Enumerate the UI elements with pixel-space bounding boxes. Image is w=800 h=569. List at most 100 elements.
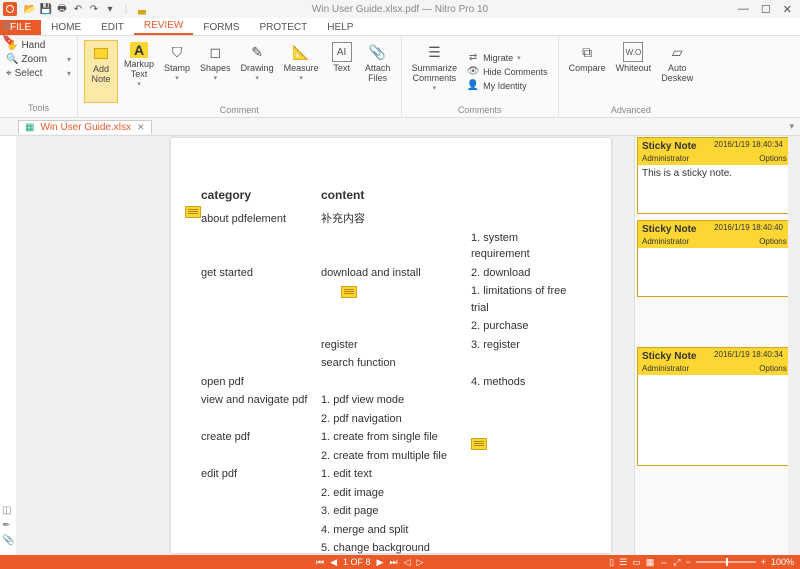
cell-category: edit pdf bbox=[201, 465, 321, 484]
cell-mid: 1. pdf view mode bbox=[321, 391, 471, 410]
page-area[interactable]: categorycontent about pdfelement补充内容1. s… bbox=[16, 136, 634, 555]
zoom-thumb[interactable] bbox=[726, 558, 728, 566]
open-icon[interactable]: 📂 bbox=[24, 3, 36, 15]
chevron-down-icon: ▾ bbox=[214, 74, 218, 82]
tab-overflow-icon[interactable]: ▾ bbox=[789, 121, 794, 132]
group-label-tools: Tools bbox=[6, 103, 71, 113]
tab-home[interactable]: HOME bbox=[41, 20, 91, 35]
tab-help[interactable]: HELP bbox=[317, 20, 363, 35]
cell-mid: 2. edit image bbox=[321, 484, 471, 503]
comments-options: ⇄Migrate ▾ 👁Hide Comments 👤My Identity bbox=[463, 40, 552, 103]
sticky-note-marker[interactable] bbox=[471, 438, 487, 450]
first-page-icon[interactable]: ⏮ bbox=[316, 557, 324, 568]
group-label-comments: Comments bbox=[408, 103, 552, 115]
highlight-icon[interactable]: ▃ bbox=[136, 3, 148, 15]
qat-dropdown-icon[interactable]: ▾ bbox=[104, 3, 116, 15]
tab-edit[interactable]: EDIT bbox=[91, 20, 134, 35]
zoom-in-icon[interactable]: + bbox=[761, 557, 766, 567]
drawing-button[interactable]: ✎Drawing▾ bbox=[237, 40, 278, 103]
back-view-icon[interactable]: ◁ bbox=[404, 557, 411, 568]
pages-panel-icon[interactable]: ▥ bbox=[2, 20, 14, 32]
view-cont-facing-icon[interactable]: ▦ bbox=[646, 557, 655, 568]
fit-page-icon[interactable]: ⤢ bbox=[673, 557, 680, 568]
layers-panel-icon[interactable]: ◫ bbox=[2, 505, 14, 517]
forward-view-icon[interactable]: ▷ bbox=[417, 557, 424, 568]
chevron-down-icon: ▾ bbox=[67, 55, 71, 64]
view-controls: ▯ ☰ ▭ ▦ ⇔ ⤢ − + 100% bbox=[609, 557, 794, 568]
markup-text-button[interactable]: AMarkup Text▾ bbox=[120, 40, 158, 103]
close-tab-icon[interactable]: ✕ bbox=[137, 122, 145, 133]
maximize-button[interactable]: ☐ bbox=[761, 3, 771, 16]
redo-icon[interactable]: ↷ bbox=[88, 3, 100, 15]
zoom-tool[interactable]: 🔍Zoom▾ bbox=[6, 54, 71, 65]
hide-comments-button[interactable]: 👁Hide Comments bbox=[467, 66, 548, 78]
bookmarks-panel-icon[interactable]: 🔖 bbox=[2, 35, 14, 47]
attachments-panel-icon[interactable]: 📎 bbox=[2, 535, 14, 547]
app-icon bbox=[3, 2, 17, 16]
select-tool[interactable]: ⌖Select▾ bbox=[6, 68, 71, 79]
compare-button[interactable]: ⧉Compare bbox=[565, 40, 610, 103]
comments-panel: Sticky Note 2016/1/19 18:40:34 ✕ Adminis… bbox=[634, 136, 800, 555]
cell-right bbox=[471, 521, 581, 540]
my-identity-button[interactable]: 👤My Identity bbox=[467, 80, 548, 92]
text-button[interactable]: AIText bbox=[325, 40, 359, 103]
table-row: 1. system requirement bbox=[201, 229, 581, 264]
attach-files-button[interactable]: 📎Attach Files bbox=[361, 40, 395, 103]
attach-icon: 📎 bbox=[368, 42, 388, 62]
group-comments: ☰Summarize Comments▾ ⇄Migrate ▾ 👁Hide Co… bbox=[402, 36, 559, 117]
auto-deskew-button[interactable]: ▱Auto Deskew bbox=[657, 40, 697, 103]
whiteout-button[interactable]: W.OWhiteout bbox=[612, 40, 656, 103]
last-page-icon[interactable]: ⏭ bbox=[389, 557, 397, 568]
file-icon: ▦ bbox=[25, 122, 34, 133]
sticky-note[interactable]: Sticky Note 2016/1/19 18:40:40 ✕ Adminis… bbox=[637, 220, 798, 297]
cell-right: 1. limitations of free trial bbox=[471, 282, 581, 317]
add-note-button[interactable]: Add Note bbox=[84, 40, 118, 103]
sticky-subheader: Administrator Options ▾ bbox=[638, 154, 797, 165]
cell-category bbox=[201, 317, 321, 336]
stamp-button[interactable]: ⛉Stamp▾ bbox=[160, 40, 194, 103]
view-continuous-icon[interactable]: ☰ bbox=[619, 557, 627, 568]
undo-icon[interactable]: ↶ bbox=[72, 3, 84, 15]
document-tab-bar: ▦ Win User Guide.xlsx ✕ ▾ bbox=[0, 118, 800, 136]
shapes-button[interactable]: ◻Shapes▾ bbox=[196, 40, 235, 103]
comments-scrollbar[interactable] bbox=[788, 136, 800, 555]
migrate-button[interactable]: ⇄Migrate ▾ bbox=[467, 52, 548, 64]
zoom-out-icon[interactable]: − bbox=[685, 557, 690, 567]
cell-mid: 4. merge and split bbox=[321, 521, 471, 540]
hand-tool[interactable]: ✋Hand bbox=[6, 40, 71, 51]
tab-review[interactable]: REVIEW bbox=[134, 18, 193, 35]
cell-mid: 2. create from multiple file bbox=[321, 447, 471, 466]
sticky-body[interactable] bbox=[638, 375, 797, 465]
measure-button[interactable]: 📐Measure▾ bbox=[280, 40, 323, 103]
view-facing-icon[interactable]: ▭ bbox=[632, 557, 641, 568]
table-row: get starteddownload and install2. downlo… bbox=[201, 264, 581, 283]
status-bar: ⏮ ◀ 1 OF 8 ▶ ⏭ ◁ ▷ ▯ ☰ ▭ ▦ ⇔ ⤢ − + 100% bbox=[0, 555, 800, 569]
header-content: content bbox=[321, 188, 471, 210]
close-button[interactable]: ✕ bbox=[783, 3, 792, 16]
prev-page-icon[interactable]: ◀ bbox=[330, 557, 337, 568]
signatures-panel-icon[interactable]: ✒ bbox=[2, 520, 14, 532]
cell-mid: 3. edit page bbox=[321, 502, 471, 521]
chevron-down-icon: ▾ bbox=[175, 74, 179, 82]
document-tab[interactable]: ▦ Win User Guide.xlsx ✕ bbox=[18, 120, 152, 134]
sticky-note-marker[interactable] bbox=[341, 286, 357, 298]
migrate-icon: ⇄ bbox=[467, 52, 479, 64]
sticky-note-marker[interactable] bbox=[185, 206, 201, 218]
minimize-button[interactable]: — bbox=[738, 3, 749, 16]
next-page-icon[interactable]: ▶ bbox=[377, 557, 384, 568]
zoom-slider[interactable] bbox=[696, 561, 756, 563]
save-icon[interactable]: 💾 bbox=[40, 3, 52, 15]
summarize-comments-button[interactable]: ☰Summarize Comments▾ bbox=[408, 40, 462, 103]
cell-mid: register bbox=[321, 336, 471, 355]
tab-protect[interactable]: PROTECT bbox=[249, 20, 317, 35]
sticky-body[interactable] bbox=[638, 248, 797, 296]
print-icon[interactable]: 🖶 bbox=[56, 3, 68, 15]
sticky-body[interactable]: This is a sticky note. bbox=[638, 165, 797, 213]
fit-width-icon[interactable]: ⇔ bbox=[659, 557, 668, 567]
view-single-icon[interactable]: ▯ bbox=[609, 557, 614, 568]
sticky-note[interactable]: Sticky Note 2016/1/19 18:40:34 ✕ Adminis… bbox=[637, 137, 798, 214]
tab-forms[interactable]: FORMS bbox=[193, 20, 249, 35]
cell-right: 1. system requirement bbox=[471, 229, 581, 264]
sticky-note[interactable]: Sticky Note 2016/1/19 18:40:34 ✕ Adminis… bbox=[637, 347, 798, 466]
table-row: view and navigate pdf1. pdf view mode bbox=[201, 391, 581, 410]
